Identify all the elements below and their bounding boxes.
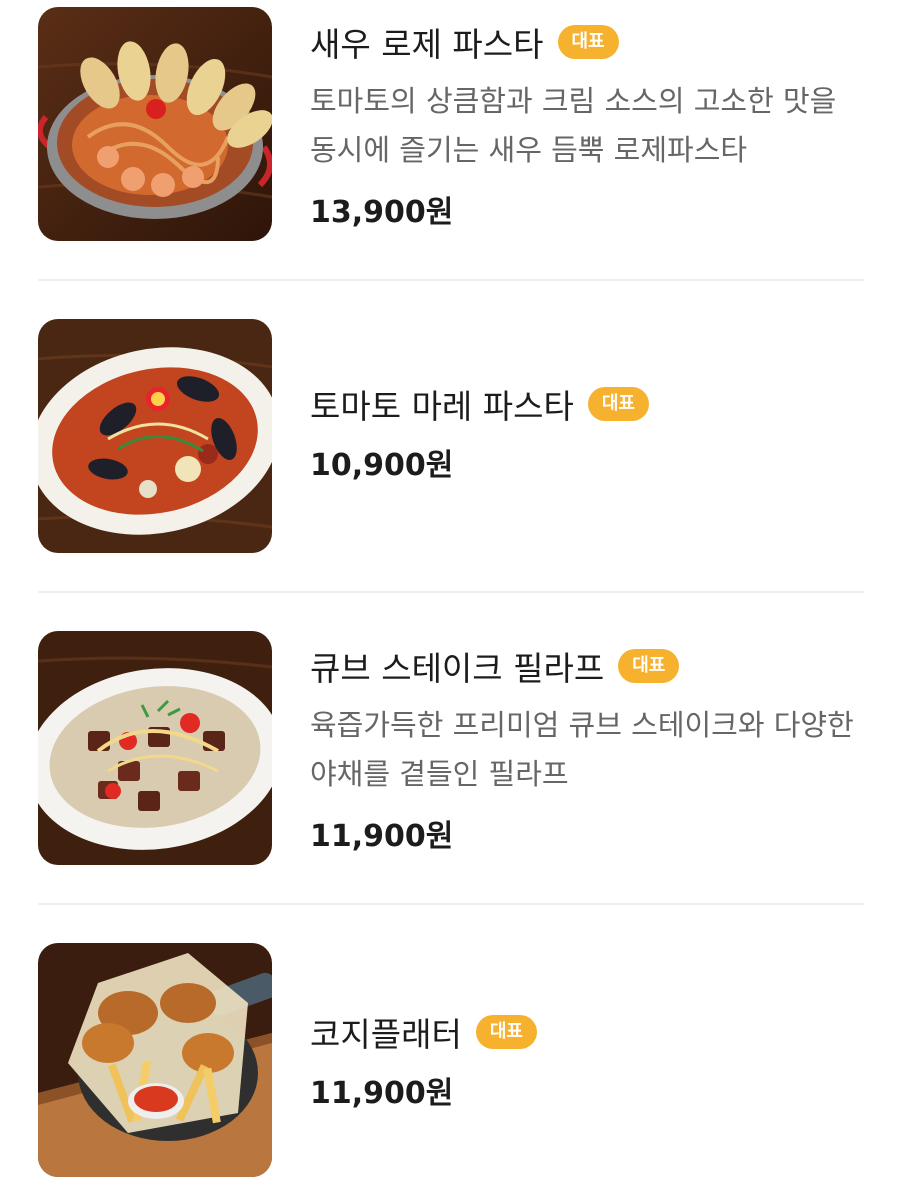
divider (38, 279, 864, 281)
menu-item-shrimp-rose-pasta[interactable]: 새우 로제 파스타 대표 토마토의 상큼함과 크림 소스의 고소한 맛을 동시에… (38, 7, 864, 241)
menu-item-name: 코지플래터 (310, 1015, 462, 1054)
menu-item-description: 육즙가득한 프리미엄 큐브 스테이크와 다양한 야채를 곁들인 필라프 (310, 708, 854, 791)
divider (38, 591, 864, 593)
signature-badge: 대표 (475, 1015, 537, 1049)
menu-item-name: 토마토 마레 파스타 (310, 387, 574, 426)
signature-badge: 대표 (618, 649, 680, 683)
menu-list: 새우 로제 파스타 대표 토마토의 상큼함과 크림 소스의 고소한 맛을 동시에… (0, 0, 900, 1199)
menu-item-image[interactable] (38, 319, 272, 553)
menu-item-image[interactable] (38, 943, 272, 1177)
shrimp-rose-pasta-photo (38, 7, 272, 241)
cozy-platter-photo (38, 943, 272, 1177)
menu-item-price: 11,900원 (310, 819, 454, 854)
menu-item-name: 새우 로제 파스타 (310, 25, 544, 64)
menu-item-price: 13,900원 (310, 195, 454, 230)
menu-item-image[interactable] (38, 7, 272, 241)
menu-item-description: 토마토의 상큼함과 크림 소스의 고소한 맛을 동시에 즐기는 새우 듬뿍 로제… (310, 84, 837, 167)
divider (38, 903, 864, 905)
menu-item-price: 10,900원 (310, 448, 454, 483)
menu-item-name-row: 새우 로제 파스타 대표 (310, 19, 864, 65)
signature-badge: 대표 (587, 387, 649, 421)
cube-steak-pilaf-photo (38, 631, 272, 865)
signature-badge: 대표 (557, 25, 619, 59)
menu-item-name-row: 큐브 스테이크 필라프 대표 (310, 643, 864, 689)
menu-item-cozy-platter[interactable]: 코지플래터 대표 11,900원 (38, 943, 864, 1177)
menu-item-name-row: 코지플래터 대표 (310, 1009, 864, 1055)
menu-item-price: 11,900원 (310, 1076, 454, 1111)
tomato-mare-pasta-photo (38, 319, 272, 553)
menu-item-name-row: 토마토 마레 파스타 대표 (310, 381, 864, 427)
menu-item-cube-steak-pilaf[interactable]: 큐브 스테이크 필라프 대표 육즙가득한 프리미엄 큐브 스테이크와 다양한 야… (38, 631, 864, 865)
menu-item-image[interactable] (38, 631, 272, 865)
menu-item-tomato-mare-pasta[interactable]: 토마토 마레 파스타 대표 10,900원 (38, 319, 864, 553)
menu-item-name: 큐브 스테이크 필라프 (310, 649, 605, 688)
